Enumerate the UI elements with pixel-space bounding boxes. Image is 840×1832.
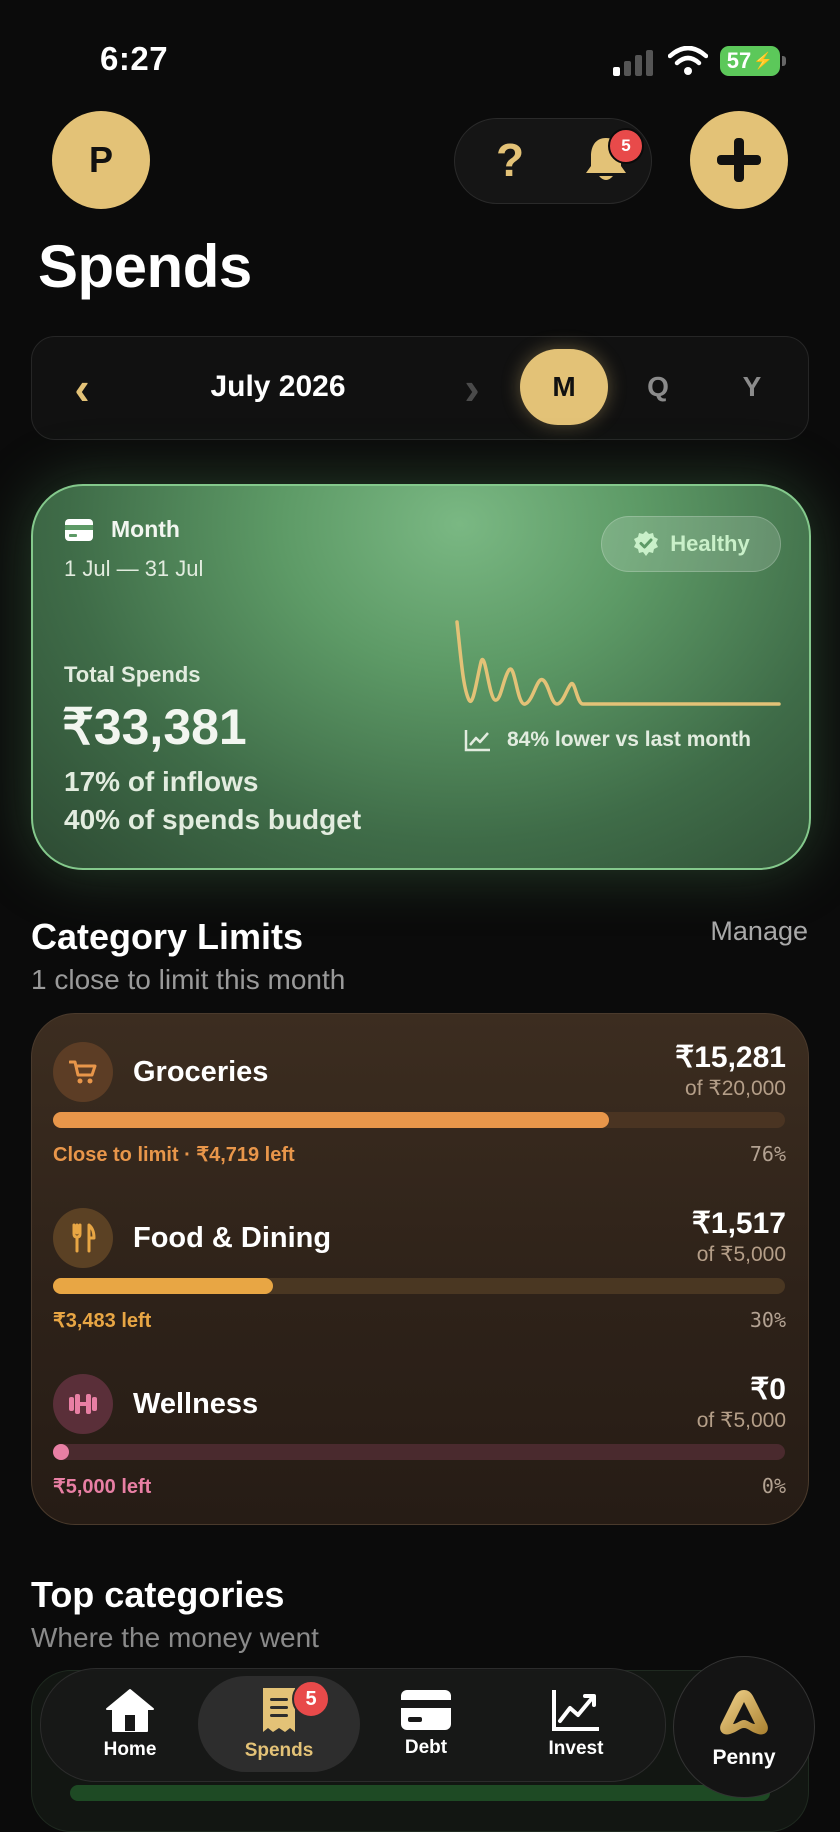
category-icon-badge (53, 1042, 113, 1102)
status-time: 6:27 (100, 40, 169, 77)
add-button[interactable] (690, 111, 788, 209)
trend-chart-icon (464, 728, 492, 752)
credit-card-icon (64, 518, 94, 542)
category-icon-badge (53, 1208, 113, 1268)
credit-card-icon (401, 1690, 451, 1730)
chevron-right-icon: › (464, 362, 480, 414)
battery-indicator: 57 ⚡ (720, 46, 786, 76)
inflows-percentage: 17% of inflows (64, 766, 259, 797)
category-icon-badge (53, 1374, 113, 1434)
tab-home[interactable]: Home (70, 1676, 190, 1772)
total-spends-value: ₹33,381 (62, 699, 247, 755)
page-title: Spends (38, 233, 252, 300)
spend-trend-sparkline (455, 620, 781, 706)
period-label: July 2026 (210, 370, 346, 403)
cellular-signal-icon (612, 50, 656, 76)
plus-icon (717, 138, 761, 182)
home-icon (106, 1689, 154, 1732)
trend-comparison-text: 84% lower vs last month (507, 728, 751, 751)
notification-badge: 5 (608, 128, 644, 164)
top-category-bar (70, 1785, 770, 1801)
penny-label: Penny (712, 1746, 776, 1769)
spend-summary-card[interactable]: Month 1 Jul — 31 Jul Healthy Total Spend… (31, 484, 811, 870)
previous-period-button[interactable]: ‹ (62, 360, 102, 416)
category-status-text: ₹5,000 left (53, 1476, 152, 1498)
fork-knife-icon (70, 1223, 96, 1253)
budget-percentage: 40% of spends budget (64, 804, 362, 835)
category-progress-fill (53, 1112, 609, 1128)
category-name: Food & Dining (133, 1222, 332, 1254)
spends-tab-badge: 5 (292, 1680, 330, 1718)
avatar-initial: P (88, 139, 113, 180)
notifications-button[interactable]: 5 (574, 128, 644, 194)
category-limit-amount: of ₹5,000 (696, 1243, 786, 1266)
summary-period-name: Month (111, 516, 180, 542)
cart-icon (69, 1059, 97, 1085)
penny-assistant-button[interactable]: Penny (673, 1656, 815, 1798)
penny-logo-icon (720, 1690, 768, 1735)
chevron-left-icon: ‹ (74, 362, 90, 414)
tab-debt[interactable]: Debt (366, 1676, 486, 1772)
line-chart-icon (552, 1690, 599, 1731)
mode-quarter-button[interactable]: Q (620, 349, 696, 425)
summary-date-range: 1 Jul — 31 Jul (64, 556, 204, 581)
category-limits-title: Category Limits (31, 916, 304, 957)
category-spent-amount: ₹0 (750, 1373, 786, 1406)
wifi-icon (667, 45, 709, 76)
next-period-button[interactable]: › (452, 360, 492, 416)
category-name: Wellness (133, 1388, 259, 1420)
tab-home-label: Home (103, 1739, 157, 1760)
manage-link[interactable]: Manage (680, 916, 808, 947)
tab-invest-label: Invest (548, 1738, 604, 1759)
category-progress-fill (53, 1278, 273, 1294)
tab-invest[interactable]: Invest (516, 1676, 636, 1772)
category-limits-subtitle: 1 close to limit this month (31, 964, 346, 995)
category-name: Groceries (133, 1056, 269, 1088)
category-percent: 30% (749, 1308, 786, 1332)
status-badge: Healthy (601, 516, 781, 572)
top-categories-subtitle: Where the money went (31, 1622, 319, 1653)
category-status-text: ₹3,483 left (53, 1310, 152, 1332)
category-progress-track (53, 1444, 785, 1460)
category-progress-fill (53, 1444, 69, 1460)
help-button[interactable]: ? (474, 124, 546, 196)
mode-month-button[interactable]: M (520, 349, 608, 425)
category-percent: 76% (749, 1142, 786, 1166)
tab-spends-label: Spends (244, 1740, 314, 1761)
verified-check-icon (634, 531, 659, 556)
question-icon: ? (495, 134, 525, 186)
tab-spends[interactable]: Spends 5 (198, 1676, 360, 1772)
top-categories-title: Top categories (31, 1574, 285, 1615)
mode-year-button[interactable]: Y (714, 349, 790, 425)
category-limit-amount: of ₹20,000 (685, 1077, 786, 1100)
total-spends-label: Total Spends (64, 662, 201, 687)
category-percent: 0% (761, 1474, 786, 1498)
profile-avatar-button[interactable]: P (52, 111, 150, 209)
category-status-text: Close to limit · ₹4,719 left (53, 1144, 295, 1166)
category-spent-amount: ₹1,517 (691, 1207, 786, 1240)
tab-debt-label: Debt (404, 1737, 448, 1758)
dumbbell-icon (66, 1393, 100, 1415)
category-limit-amount: of ₹5,000 (696, 1409, 786, 1432)
category-spent-amount: ₹15,281 (675, 1041, 786, 1074)
